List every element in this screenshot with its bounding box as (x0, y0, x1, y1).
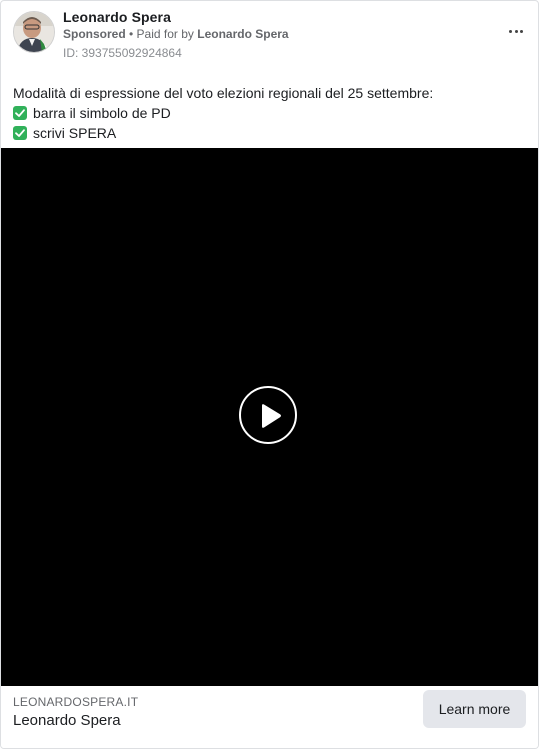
avatar[interactable] (13, 11, 55, 53)
play-icon (262, 404, 281, 428)
sponsored-label: Sponsored (63, 27, 126, 41)
link-domain: LEONARDOSPERA.IT (13, 695, 139, 709)
paid-for-prefix: Paid for by (136, 27, 198, 41)
bullet-label: barra il simbolo de PD (33, 105, 171, 121)
video-player[interactable] (1, 148, 538, 686)
link-footer[interactable]: LEONARDOSPERA.IT Leonardo Spera Learn mo… (1, 686, 538, 748)
more-options-button[interactable] (504, 19, 528, 43)
ad-body-text: Modalità di espressione del voto elezion… (13, 83, 528, 143)
ad-card: Leonardo Spera Sponsored • Paid for by L… (0, 0, 539, 749)
bullet-label: scrivi SPERA (33, 125, 117, 141)
body-text-line: Modalità di espressione del voto elezion… (13, 85, 434, 101)
learn-more-button[interactable]: Learn more (423, 690, 526, 728)
sponsored-line: Sponsored • Paid for by Leonardo Spera (63, 27, 289, 41)
avatar-photo (14, 12, 54, 52)
check-icon (13, 126, 27, 140)
play-button[interactable] (239, 386, 297, 444)
bullet-item: barra il simbolo de PD (13, 103, 528, 123)
link-title: Leonardo Spera (13, 712, 121, 729)
more-options-icon (509, 29, 513, 33)
paid-for-name: Leonardo Spera (197, 27, 289, 41)
ad-header: Leonardo Spera Sponsored • Paid for by L… (13, 9, 528, 63)
advertiser-name[interactable]: Leonardo Spera (63, 9, 171, 25)
separator: • (125, 27, 137, 41)
check-icon (13, 106, 27, 120)
bullet-item: scrivi SPERA (13, 123, 528, 143)
ad-id: ID: 393755092924864 (63, 46, 182, 60)
